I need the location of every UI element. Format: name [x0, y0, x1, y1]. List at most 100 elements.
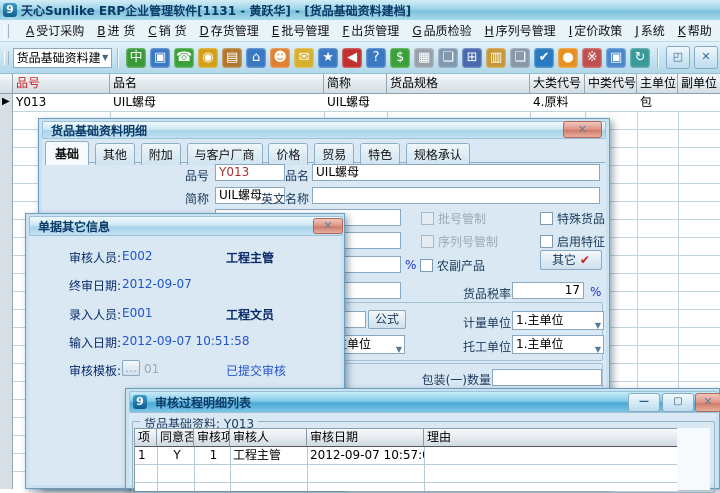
formula-button[interactable]: 公式 — [368, 310, 406, 329]
col-header-major-class[interactable]: 大类代号 — [530, 74, 585, 94]
monitor-icon[interactable]: ▣ — [150, 48, 170, 68]
close-icon[interactable]: ✕ — [563, 121, 602, 138]
refresh-icon[interactable]: ↻ — [630, 48, 650, 68]
measure-unit-select[interactable]: 1.主单位▼ — [512, 311, 604, 330]
audit-col-date[interactable]: 审核日期 — [307, 429, 424, 447]
audit-table-filler — [677, 428, 710, 490]
col-header-mid-class[interactable]: 中类代号 — [585, 74, 637, 94]
audit-col-auditor[interactable]: 审核人 — [230, 429, 307, 447]
close-window-button[interactable]: ✕ — [694, 46, 718, 69]
menu-item-incoming[interactable]: B进 货 — [97, 22, 135, 39]
calculator-icon[interactable]: ⊞ — [462, 48, 482, 68]
col-header-spec[interactable]: 货品规格 — [387, 74, 530, 94]
home-icon[interactable]: ⌂ — [246, 48, 266, 68]
entry-person-value: E001 — [122, 306, 153, 320]
back-icon[interactable]: ◀ — [342, 48, 362, 68]
col-header-item-no[interactable]: 品号 — [13, 74, 110, 94]
audit-cell-agree[interactable]: Y — [157, 447, 194, 465]
grid-cell-spec[interactable] — [387, 94, 530, 112]
menu-item-help[interactable]: K帮助 — [678, 22, 712, 39]
tab-feature[interactable]: 特色 — [360, 143, 400, 165]
enable-feature-checkbox[interactable]: 启用特征 — [540, 233, 605, 250]
tab-other[interactable]: 其他 — [95, 143, 135, 165]
copy-icon[interactable]: ❏ — [510, 48, 530, 68]
users-icon[interactable]: ☻ — [270, 48, 290, 68]
grid-cell-item-no[interactable]: Y013 — [13, 94, 110, 112]
info-dialog-titlebar[interactable]: 单据其它信息 — [29, 216, 343, 236]
menu-item-sales[interactable]: C销 货 — [148, 22, 186, 39]
tax-rate-field[interactable]: 17 — [512, 282, 584, 299]
menu-item-serial[interactable]: H序列号管理 — [485, 22, 556, 39]
phone-icon[interactable]: ☎ — [174, 48, 194, 68]
translate-icon[interactable]: 中 — [126, 48, 146, 68]
audit-cell-reason[interactable] — [424, 447, 678, 465]
menu-item-quality[interactable]: G品质检验 — [412, 22, 471, 39]
page-refresh-icon[interactable]: ❏ — [438, 48, 458, 68]
audit-col-seq[interactable]: 项 — [135, 429, 157, 447]
grid-cell-item-name[interactable]: UIL螺母 — [110, 94, 324, 112]
grid-cell-major-class[interactable]: 4.原料 — [530, 94, 585, 112]
grid-cell-short-name[interactable]: UIL螺母 — [324, 94, 387, 112]
favorites-icon[interactable]: ★ — [318, 48, 338, 68]
detail-tab-bar: 基础 其他 附加 与客户厂商 价格 贸易 特色 规格承认 — [45, 141, 605, 163]
item-name-field[interactable]: UIL螺母 — [312, 164, 600, 181]
remote-desktop-icon[interactable]: ▣ — [606, 48, 626, 68]
agri-product-checkbox[interactable]: 农副产品 — [420, 257, 485, 274]
minimize-icon[interactable]: — — [628, 393, 660, 412]
grid-selector-column — [0, 94, 13, 489]
grid-cell-sub-unit[interactable] — [678, 94, 720, 112]
menu-item-order-purchase[interactable]: A受订采购 — [26, 22, 84, 39]
cart-icon[interactable]: ▦ — [414, 48, 434, 68]
tab-customer-vendor[interactable]: 与客户厂商 — [187, 143, 263, 165]
grid-line — [157, 447, 158, 491]
tab-price[interactable]: 价格 — [268, 143, 308, 165]
audit-cell-seq[interactable]: 1 — [135, 447, 157, 465]
close-icon[interactable]: ✕ — [695, 393, 720, 412]
audit-col-agree[interactable]: 同意否 — [157, 429, 194, 447]
bell-icon[interactable]: ● — [558, 48, 578, 68]
tab-extra[interactable]: 附加 — [141, 143, 181, 165]
close-icon[interactable]: ✕ — [313, 218, 343, 234]
org-chart-icon[interactable]: ※ — [582, 48, 602, 68]
english-name-field[interactable] — [312, 187, 600, 204]
module-select[interactable]: 货品基础资料建档 ▼ — [13, 48, 113, 68]
menu-item-pricing[interactable]: I定价政策 — [569, 22, 623, 39]
tab-trade[interactable]: 贸易 — [314, 143, 354, 165]
col-header-sub-unit[interactable]: 副单位 — [678, 74, 720, 94]
detail-dialog-titlebar[interactable]: 货品基础资料明细 — [42, 121, 606, 139]
grid-cell-mid-class[interactable] — [585, 94, 637, 112]
audit-cell-item[interactable]: 1 — [194, 447, 230, 465]
batch-control-checkbox: 批号管制 — [421, 210, 486, 227]
dollar-icon[interactable]: $ — [390, 48, 410, 68]
tab-spec-approve[interactable]: 规格承认 — [406, 143, 470, 165]
restore-window-button[interactable]: ◰ — [666, 46, 690, 69]
menu-item-inventory[interactable]: D存货管理 — [200, 22, 259, 39]
col-header-item-name[interactable]: 品名 — [110, 74, 324, 94]
menu-item-batch[interactable]: E批号管理 — [272, 22, 330, 39]
other-button[interactable]: 其它 ✔ — [540, 250, 602, 270]
audit-cell-date[interactable]: 2012-09-07 10:57:02 — [307, 447, 424, 465]
app-logo-icon: 9 — [3, 3, 17, 17]
audit-table[interactable]: 项 同意否 审核项 审核人 审核日期 理由 1 Y 1 工程主管 2012-09… — [134, 428, 677, 490]
help-icon[interactable]: ? — [366, 48, 386, 68]
package-qty-field[interactable] — [492, 369, 602, 386]
package-qty-label: 包装(一)数量 — [405, 371, 491, 388]
audit-cell-auditor[interactable]: 工程主管 — [230, 447, 307, 465]
window-titlebar: 9 天心Sunlike ERP企业管理软件[1131 - 黄跃华] - [货品基… — [0, 0, 720, 21]
grid-cell-main-unit[interactable]: 包 — [637, 94, 678, 112]
outsource-unit-select[interactable]: 1.主单位▼ — [512, 335, 604, 354]
drawer-icon[interactable]: ▥ — [486, 48, 506, 68]
maximize-icon[interactable]: ▢ — [662, 393, 694, 412]
audit-col-item[interactable]: 审核项 — [194, 429, 230, 447]
briefcase-icon[interactable]: ▤ — [222, 48, 242, 68]
audit-col-reason[interactable]: 理由 — [424, 429, 678, 447]
col-header-short-name[interactable]: 简称 — [324, 74, 387, 94]
menu-item-shipping[interactable]: F出货管理 — [342, 22, 399, 39]
lock-icon[interactable]: ◉ — [198, 48, 218, 68]
special-item-checkbox[interactable]: 特殊货品 — [540, 210, 605, 227]
tab-basic[interactable]: 基础 — [45, 141, 89, 165]
mail-icon[interactable]: ✉ — [294, 48, 314, 68]
col-header-main-unit[interactable]: 主单位 — [637, 74, 678, 94]
check-circle-icon[interactable]: ✔ — [534, 48, 554, 68]
menu-item-system[interactable]: J系统 — [635, 22, 665, 39]
